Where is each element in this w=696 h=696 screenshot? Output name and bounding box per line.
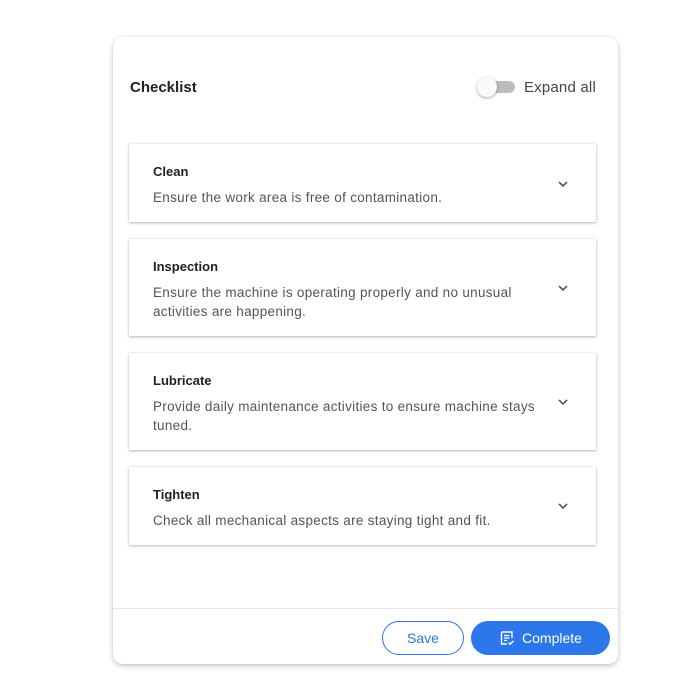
item-title: Tighten	[153, 487, 200, 502]
checklist-icon	[499, 630, 515, 646]
save-button[interactable]: Save	[382, 621, 464, 655]
expand-all-label: Expand all	[523, 78, 596, 96]
checklist-card: Checklist Expand all Clean Ensure the wo…	[113, 37, 618, 664]
item-title: Clean	[153, 164, 189, 179]
expand-all-toggle[interactable]: Expand all	[476, 77, 596, 97]
chevron-down-icon[interactable]	[556, 397, 570, 407]
chevron-down-icon[interactable]	[556, 283, 570, 293]
checklist-item-tighten[interactable]: Tighten Check all mechanical aspects are…	[129, 467, 596, 545]
complete-button[interactable]: Complete	[471, 621, 610, 655]
checklist-item-lubricate[interactable]: Lubricate Provide daily maintenance acti…	[129, 353, 596, 450]
checklist-header: Checklist Expand all	[113, 37, 618, 137]
chevron-down-icon[interactable]	[556, 179, 570, 189]
chevron-down-icon[interactable]	[556, 501, 570, 511]
item-description: Ensure the machine is operating properly…	[153, 285, 512, 319]
item-title: Inspection	[153, 259, 219, 274]
item-description: Ensure the work area is free of contamin…	[153, 190, 443, 205]
save-button-label: Save	[407, 630, 439, 646]
checklist-footer: Save Complete	[113, 608, 618, 664]
toggle-switch[interactable]	[476, 77, 515, 97]
item-description: Provide daily maintenance activities to …	[153, 399, 535, 433]
item-title: Lubricate	[153, 373, 212, 388]
page-title: Checklist	[130, 79, 197, 96]
item-description: Check all mechanical aspects are staying…	[153, 513, 491, 528]
checklist-item-inspection[interactable]: Inspection Ensure the machine is operati…	[129, 239, 596, 336]
toggle-knob	[476, 77, 497, 97]
complete-button-label: Complete	[522, 630, 582, 646]
checklist-item-clean[interactable]: Clean Ensure the work area is free of co…	[129, 144, 596, 222]
